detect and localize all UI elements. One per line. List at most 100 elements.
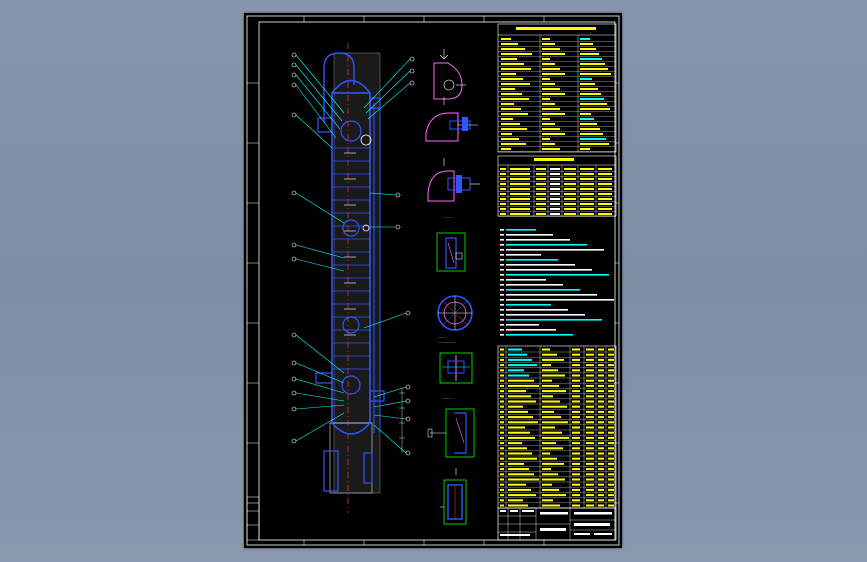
cad-text-glyph [608,431,614,434]
cad-text-glyph [598,426,604,429]
revision-block [246,496,260,541]
cad-text-glyph [580,108,610,110]
cad-text-glyph [572,379,580,382]
cad-text-glyph [501,43,518,45]
cad-text-glyph [500,374,504,377]
cad-text-glyph [542,405,567,408]
cad-text-glyph [506,299,614,301]
cad-text-glyph [506,229,536,231]
cad-text-glyph [586,353,594,356]
cad-text-glyph [500,183,506,185]
cad-text-glyph [501,143,526,145]
cad-text-glyph [580,213,594,215]
cad-text-glyph [506,284,563,286]
cad-text-glyph [608,390,614,393]
cad-text-glyph [506,294,597,296]
cad-text-glyph [542,53,565,55]
cad-text-glyph [580,93,601,95]
cad-text-glyph [598,442,604,445]
cad-text-glyph [580,123,597,125]
column-elevation [291,43,415,513]
cad-text-glyph [598,193,612,195]
cad-text-glyph [506,324,539,326]
cad-text-glyph [500,504,504,507]
cad-text-glyph [580,183,594,185]
cad-text-glyph [508,410,528,413]
cad-text-glyph [536,193,546,195]
cad-text-glyph [501,68,531,70]
cad-text-glyph [501,128,527,130]
cad-text-glyph [598,504,604,507]
cad-text-glyph [550,203,560,205]
cad-text-glyph [572,353,580,356]
cad-text-glyph [598,468,604,471]
cad-text-glyph [500,436,504,439]
cad-text-glyph [501,103,514,105]
cad-text-glyph [542,442,556,445]
cad-text-glyph [580,83,595,85]
inner-frame [258,21,616,541]
cad-text-glyph [506,329,556,331]
cad-text-glyph [542,353,557,356]
cad-text-glyph [586,374,594,377]
cad-text-glyph [572,436,580,439]
cad-text-glyph [608,494,614,497]
cad-text-glyph [580,68,608,70]
cad-text-glyph [500,294,504,296]
cad-text-glyph [506,334,573,336]
cad-text-glyph [542,499,553,502]
cad-text-glyph [542,48,560,50]
cad-text-glyph [500,213,506,215]
cad-text-glyph [580,58,602,60]
cad-text-glyph [564,203,576,205]
cad-text-glyph [586,473,594,476]
cad-text-glyph [500,483,504,486]
cad-text-glyph [510,188,530,190]
cad-viewport[interactable]: ‐‐‐ ‐‐ ‐‐ ‐‐‐‐ ‐‐ ‐‐‐‐‐‐‐‐‐‐‐‐ ‐‐‐ ‐‐‐‐‐… [0,0,867,562]
cad-text-glyph [501,83,530,85]
cad-text-glyph [500,244,504,246]
cad-text-glyph [542,473,558,476]
cad-text-glyph [586,384,594,387]
svg-text:‐‐‐‐‐‐‐‐ ‐‐: ‐‐‐‐‐‐‐‐ ‐‐ [442,396,454,400]
cad-text-glyph [572,416,580,419]
detail-box-4 [440,468,467,525]
cad-text-glyph [586,358,594,361]
cad-text-glyph [580,118,594,120]
cad-text-glyph [501,38,511,40]
cad-text-glyph [580,178,594,180]
cad-text-glyph [598,364,604,367]
cad-text-glyph [500,416,504,419]
cad-text-glyph [516,27,596,30]
cad-text-glyph [542,436,569,439]
cad-text-glyph [580,193,594,195]
cad-text-glyph [500,534,530,536]
cad-text-glyph [508,457,537,460]
cad-text-glyph [598,208,612,210]
cad-text-glyph [500,358,504,361]
cad-text-glyph [542,93,565,95]
cad-text-glyph [572,473,580,476]
cad-text-glyph [586,395,594,398]
cad-text-glyph [550,208,560,210]
cad-text-glyph [510,208,530,210]
cad-text-glyph [506,259,558,261]
cad-text-glyph [564,213,576,215]
cad-text-glyph [572,504,580,507]
cad-text-glyph [542,488,559,491]
cad-text-glyph [500,319,504,321]
cad-text-glyph [542,364,551,367]
cad-text-glyph [564,183,576,185]
cad-text-glyph [542,416,561,419]
cad-text-glyph [508,431,530,434]
cad-text-glyph [580,128,600,130]
cad-text-glyph [542,374,565,377]
cad-text-glyph [598,188,612,190]
cad-text-glyph [542,483,552,486]
cad-text-glyph [598,203,612,205]
cad-text-glyph [500,499,504,502]
cad-text-glyph [572,405,580,408]
cad-text-glyph [580,48,596,50]
cad-text-glyph [510,213,530,215]
cad-text-glyph [608,504,614,507]
